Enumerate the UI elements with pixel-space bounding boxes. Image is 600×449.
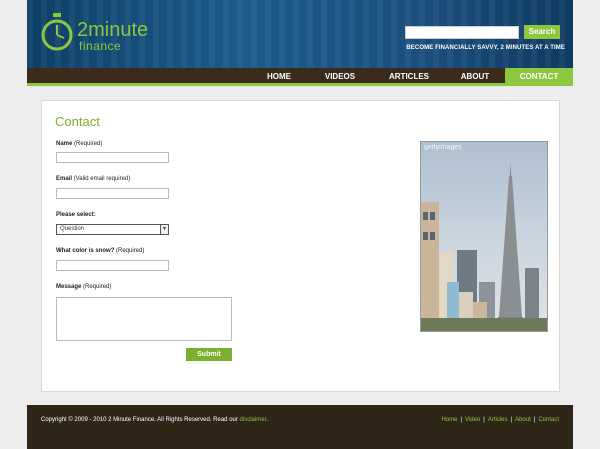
- nav-home[interactable]: HOME: [252, 68, 306, 86]
- footer-link-home[interactable]: Home: [441, 417, 457, 423]
- nav-articles[interactable]: ARTICLES: [377, 68, 441, 86]
- photo-watermark: gettyimages: [424, 144, 462, 151]
- main-content: Contact Name (Required) Email (Valid ema…: [41, 100, 560, 392]
- search-input[interactable]: [405, 26, 519, 39]
- disclaimer-link[interactable]: disclaimer: [240, 417, 267, 423]
- city-skyline-image: [421, 162, 547, 331]
- select-label: Please select:: [56, 212, 96, 218]
- nav-about[interactable]: ABOUT: [447, 68, 503, 86]
- stopwatch-icon[interactable]: [40, 12, 74, 52]
- nav-contact[interactable]: CONTACT: [505, 68, 573, 86]
- footer-link-articles[interactable]: Articles: [488, 417, 508, 423]
- logo-subtitle: finance: [79, 39, 122, 53]
- name-field[interactable]: [56, 152, 169, 163]
- search-button[interactable]: Search: [524, 25, 560, 39]
- footer-links: Home | Video | Articles | About | Contact: [441, 417, 559, 423]
- tagline: BECOME FINANCIALLY SAVVY, 2 MINUTES AT A…: [406, 45, 565, 51]
- nav-videos[interactable]: VIDEOS: [312, 68, 368, 86]
- snow-color-field[interactable]: [56, 260, 169, 271]
- logo-wordmark[interactable]: 2minute: [77, 20, 148, 40]
- name-label: Name (Required): [56, 141, 103, 147]
- email-field[interactable]: [56, 188, 169, 199]
- dropdown-arrow-icon[interactable]: ▼: [160, 225, 168, 234]
- main-nav: HOME VIDEOS ARTICLES ABOUT CONTACT: [27, 68, 573, 86]
- snow-question-label: What color is snow? (Required): [56, 248, 145, 254]
- message-textarea[interactable]: [56, 297, 232, 341]
- select-value: Question: [60, 226, 85, 232]
- site-header: 2minute finance Search BECOME FINANCIALL…: [27, 0, 573, 68]
- message-label: Message (Required): [56, 284, 112, 290]
- footer-link-about[interactable]: About: [515, 417, 531, 423]
- page-title: Contact: [55, 114, 100, 129]
- city-photo: gettyimages: [420, 141, 548, 332]
- submit-button[interactable]: Submit: [186, 348, 232, 361]
- footer-link-contact[interactable]: Contact: [538, 417, 559, 423]
- copyright-text: Copyright © 2009 - 2010 2 Minute Finance…: [41, 417, 268, 423]
- email-label: Email (Valid email required): [56, 176, 131, 182]
- inquiry-type-select[interactable]: Question ▼: [56, 224, 169, 235]
- site-footer: Copyright © 2009 - 2010 2 Minute Finance…: [27, 405, 573, 449]
- footer-link-video[interactable]: Video: [465, 417, 480, 423]
